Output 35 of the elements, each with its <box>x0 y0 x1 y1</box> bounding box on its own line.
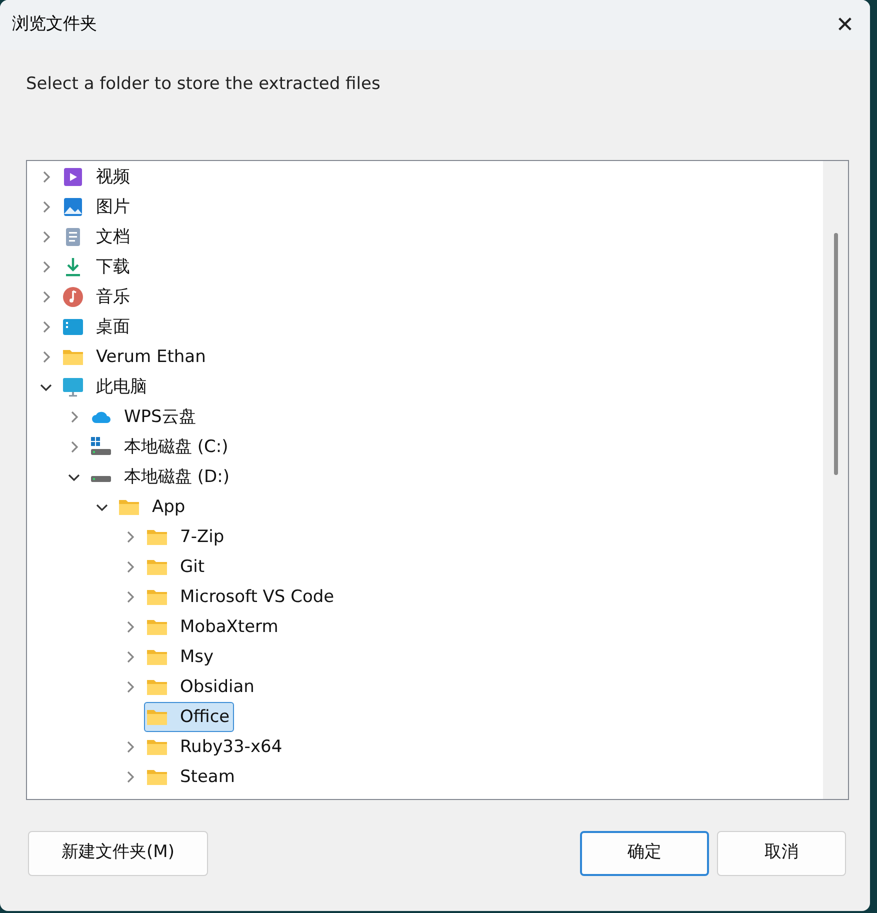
monitor-icon <box>62 376 84 398</box>
folder-label[interactable]: 音乐 <box>93 282 133 310</box>
folder-label[interactable]: Ruby33-x64 <box>177 732 286 760</box>
selected-folder-item[interactable]: Office <box>144 702 234 732</box>
folder-label[interactable]: Verum Ethan <box>93 342 209 370</box>
ok-button[interactable]: 确定 <box>580 830 709 876</box>
folder-label[interactable]: 下载 <box>93 252 133 280</box>
folder-label[interactable]: Git <box>177 552 208 580</box>
folder-label[interactable]: Msy <box>177 642 217 670</box>
drive-icon <box>90 476 112 482</box>
new-folder-button[interactable]: 新建文件夹(M) <box>28 830 208 876</box>
folder-label[interactable]: Obsidian <box>177 672 258 700</box>
folder-label[interactable]: App <box>149 492 188 520</box>
music-icon <box>62 286 84 308</box>
folder-label[interactable]: 文档 <box>93 222 133 250</box>
drive-icon <box>90 436 112 458</box>
folder-label[interactable]: Microsoft VS Code <box>177 582 338 610</box>
video-icon <box>62 166 84 188</box>
folder-label[interactable]: 桌面 <box>93 312 133 340</box>
folder-label[interactable]: Steam <box>177 762 238 790</box>
cancel-button[interactable]: 取消 <box>717 830 846 876</box>
folder-label[interactable]: MobaXterm <box>177 612 282 640</box>
folder-label[interactable]: 本地磁盘 (C:) <box>121 432 232 460</box>
folder-label[interactable]: 本地磁盘 (D:) <box>121 462 232 490</box>
scrollbar-thumb[interactable] <box>834 232 838 474</box>
folder-label[interactable]: 此电脑 <box>93 372 150 400</box>
scrollbar[interactable] <box>823 160 848 798</box>
folder-label[interactable]: 视频 <box>93 162 133 190</box>
picture-icon <box>62 196 84 218</box>
folder-label[interactable]: WPS云盘 <box>121 402 199 430</box>
close-button[interactable]: ✕ <box>820 0 870 50</box>
folder-label[interactable]: 7-Zip <box>177 522 228 550</box>
folder-label[interactable]: 图片 <box>93 192 133 220</box>
window-title: 浏览文件夹 <box>12 13 97 36</box>
prompt-text: Select a folder to store the extracted files <box>26 73 382 96</box>
